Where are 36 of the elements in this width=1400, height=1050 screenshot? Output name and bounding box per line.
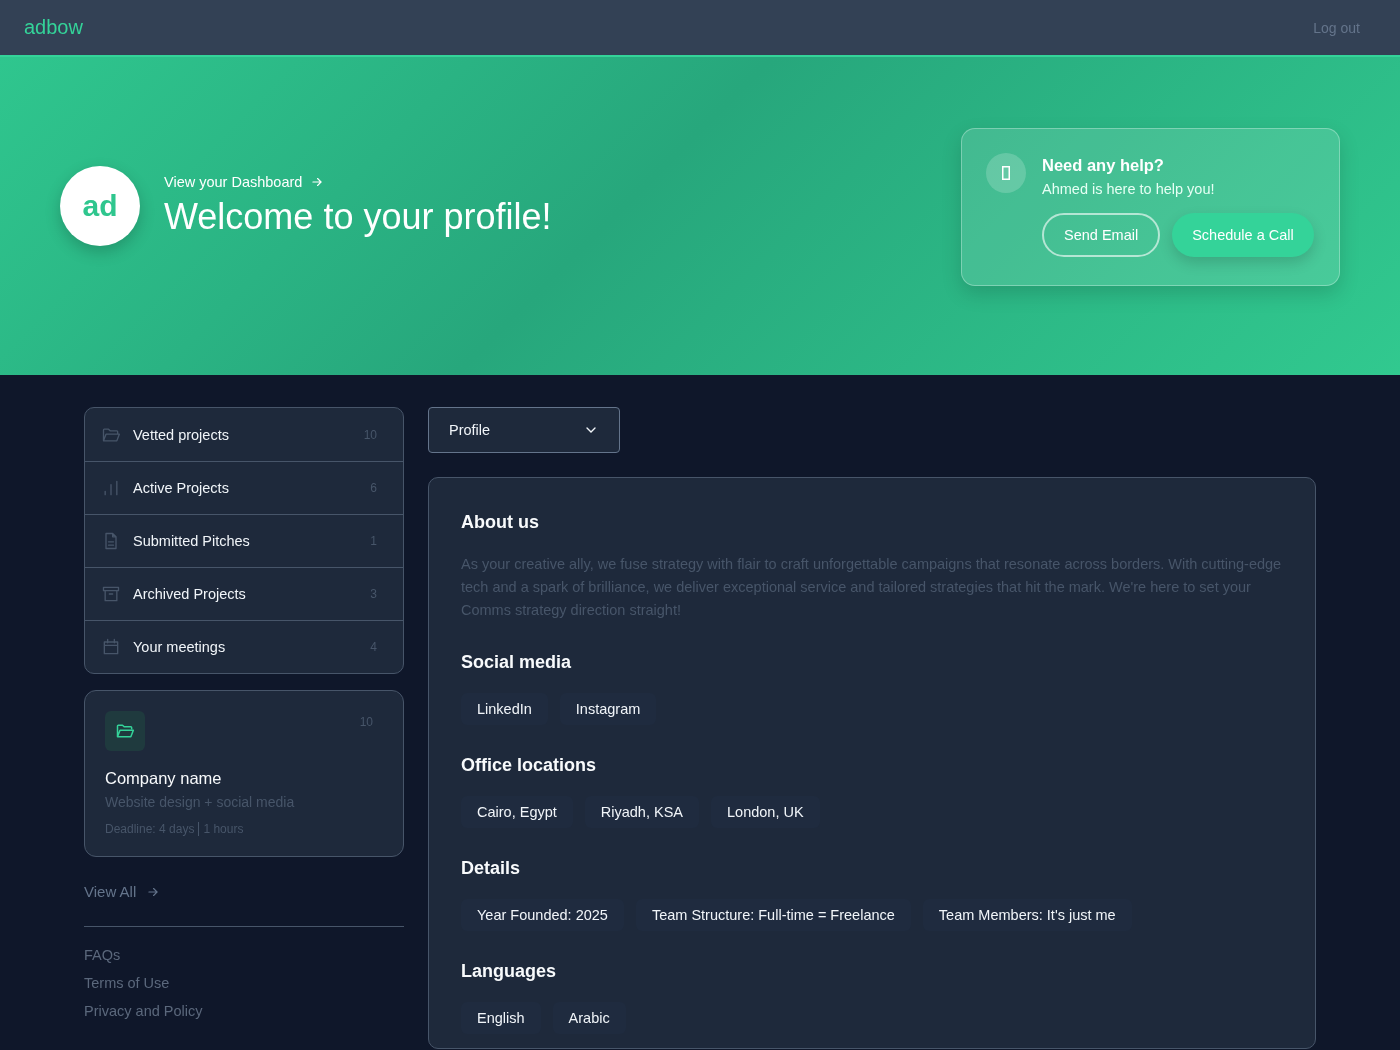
info-tag: Arabic [552,1002,626,1034]
placeholder-glyph-icon [986,153,1026,193]
folder-icon [105,711,145,751]
info-tag: Cairo, Egypt [461,796,573,828]
section-title: Office locations [461,755,598,776]
menu-item-label: Your meetings [133,639,227,655]
info-tag: Team Members: It's just me [922,899,1132,931]
menu-item-label: Vetted projects [133,426,230,443]
info-tag: Year Founded: 2025 [461,899,624,931]
info-tag: LinkedIn [461,693,548,725]
footer-link[interactable]: Terms of Use [84,969,170,997]
view-all-link[interactable]: View All [84,883,161,900]
section-title: Languages [461,961,558,982]
avatar: ad [60,166,140,246]
info-tag: London, UK [711,796,820,828]
info-tag: Team Structure: Full-time = Freelance [635,899,911,931]
archive-icon [101,584,121,604]
help-title: Need any help? [1042,156,1165,175]
section-dropdown[interactable]: Profile [428,407,620,453]
help-subtitle: Ahmed is here to help you! [1042,181,1216,197]
section-title: About us [461,512,540,533]
info-tag: English [461,1002,541,1034]
footer-link[interactable]: FAQs [84,941,121,969]
arrow-right-icon [310,175,325,189]
info-tag: Instagram [559,693,657,725]
company-name: Company name [105,769,223,788]
page-title: Welcome to your profile! [164,196,552,238]
footer-link[interactable]: Privacy and Policy [84,997,203,1025]
menu-item-label: Archived Projects [133,586,247,602]
section-title: Social media [461,652,573,673]
info-tag: Riyadh, KSA [584,796,699,828]
section-title: Details [461,858,522,879]
calendar-icon [101,637,121,657]
menu-item-label: Submitted Pitches [133,533,251,549]
logo[interactable]: adbow [24,16,83,39]
menu-item-label: Active Projects [133,480,230,496]
